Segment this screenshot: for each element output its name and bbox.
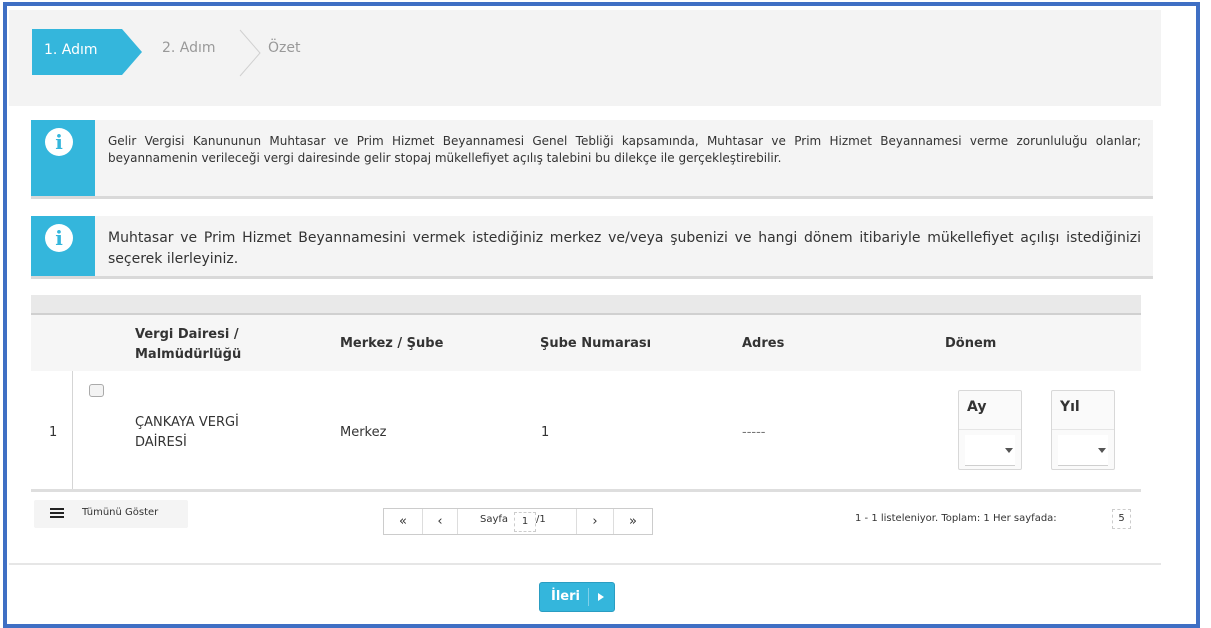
list-icon (50, 508, 64, 518)
info-text-1: Gelir Vergisi Kanununun Muhtasar ve Prim… (108, 134, 1141, 165)
step-1-label: 1. Adım (44, 42, 98, 58)
row-branch: Merkez (340, 425, 387, 440)
per-page-input[interactable]: 5 (1112, 509, 1131, 529)
next-page-button[interactable]: › (577, 509, 613, 534)
next-button-divider (588, 588, 589, 606)
chevron-down-icon[interactable] (1098, 448, 1106, 453)
step-1-arrow (122, 29, 142, 75)
show-all-label: Tümünü Göster (82, 507, 159, 518)
header-office: Vergi Dairesi / Malmüdürlüğü (135, 327, 242, 362)
info-box-2: i Muhtasar ve Prim Hizmet Beyannamesini … (31, 216, 1153, 279)
row-select-checkbox[interactable] (89, 384, 104, 397)
chevron-down-icon[interactable] (1005, 448, 1013, 453)
info-box-1: i Gelir Vergisi Kanununun Muhtasar ve Pr… (31, 120, 1153, 199)
step-separator-chevron (239, 29, 261, 77)
list-summary: 1 - 1 listeleniyor. Toplam: 1 Her sayfad… (855, 513, 1057, 524)
wizard-step-bar (9, 10, 1161, 106)
prev-page-button[interactable]: ‹ (423, 509, 457, 534)
page-total: /1 (536, 514, 546, 525)
row-address: ----- (742, 425, 766, 440)
row-index: 1 (49, 425, 58, 440)
row-divider (72, 371, 73, 489)
step-2-label: 2. Adım (162, 40, 216, 56)
row-office: ÇANKAYA VERGİ DAİRESİ (135, 415, 239, 450)
page-number-input[interactable]: 1 (514, 512, 536, 532)
month-select[interactable]: Ay (958, 390, 1022, 470)
step-1-active: 1. Adım (32, 29, 122, 75)
month-label: Ay (967, 399, 987, 415)
header-branch-no: Şube Numarası (540, 336, 652, 351)
next-button-label: İleri (551, 589, 580, 604)
info-icon: i (45, 224, 73, 252)
pagination: « ‹ Sayfa 1 /1 › » (383, 508, 653, 535)
info-icon: i (45, 128, 73, 156)
first-page-button[interactable]: « (384, 509, 422, 534)
divider (9, 563, 1161, 565)
year-select[interactable]: Yıl (1051, 390, 1115, 470)
play-arrow-icon (598, 593, 604, 601)
next-button[interactable]: İleri (539, 582, 615, 612)
header-period: Dönem (945, 336, 997, 351)
last-page-button[interactable]: » (614, 509, 652, 534)
info-icon-panel: i (31, 216, 95, 276)
header-address: Adres (742, 336, 785, 351)
info-icon-panel: i (31, 120, 95, 196)
header-branch: Merkez / Şube (340, 336, 444, 351)
row-branch-no: 1 (541, 425, 550, 440)
year-label: Yıl (1060, 399, 1080, 415)
table-header: Vergi Dairesi / Malmüdürlüğü Merkez / Şu… (31, 315, 1141, 371)
info-text-2: Muhtasar ve Prim Hizmet Beyannamesini ve… (108, 230, 1141, 267)
page-label: Sayfa (480, 514, 509, 525)
show-all-button[interactable]: Tümünü Göster (34, 500, 188, 528)
table-toolbar (31, 295, 1141, 315)
step-3-label: Özet (268, 40, 301, 56)
